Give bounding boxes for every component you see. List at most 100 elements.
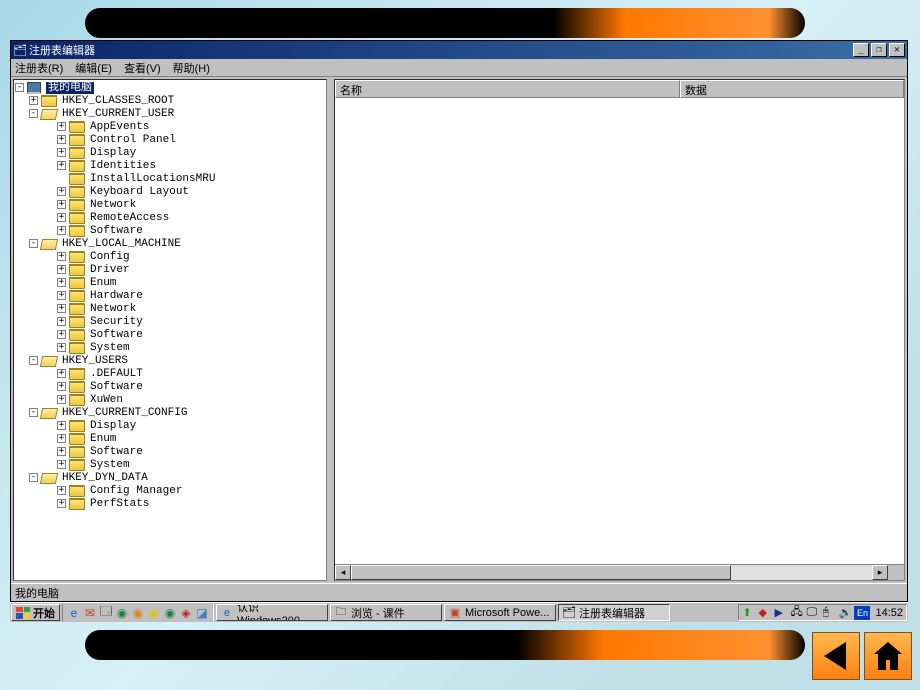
tree-label[interactable]: HKEY_LOCAL_MACHINE bbox=[60, 238, 183, 250]
scroll-left-icon[interactable]: ◂ bbox=[335, 565, 351, 580]
tree-label[interactable]: Software bbox=[88, 329, 145, 341]
tree-item[interactable]: + Display bbox=[57, 419, 325, 432]
expand-icon[interactable]: + bbox=[29, 96, 38, 105]
tree-item[interactable]: InstallLocationsMRU bbox=[57, 172, 325, 185]
tree-label[interactable]: HKEY_CURRENT_USER bbox=[60, 108, 176, 120]
tree-label[interactable]: InstallLocationsMRU bbox=[88, 173, 217, 185]
tree-label[interactable]: Config bbox=[88, 251, 132, 263]
tree-label[interactable]: HKEY_DYN_DATA bbox=[60, 472, 150, 484]
collapse-icon[interactable]: - bbox=[29, 356, 38, 365]
tree-item[interactable]: +Config bbox=[57, 250, 325, 263]
tree-label[interactable]: Display bbox=[88, 420, 138, 432]
tree-label[interactable]: Config Manager bbox=[88, 485, 184, 497]
tree-item[interactable]: +Keyboard Layout bbox=[57, 185, 325, 198]
volume-icon[interactable]: 🔊 bbox=[838, 606, 852, 619]
language-indicator[interactable]: En bbox=[854, 606, 870, 620]
tree-item[interactable]: + Software bbox=[57, 445, 325, 458]
tree-hku[interactable]: - HKEY_USERS bbox=[29, 354, 325, 367]
quicklaunch-icon[interactable]: ◉ bbox=[130, 605, 146, 621]
tree-item[interactable]: + Enum bbox=[57, 276, 325, 289]
tree-label[interactable]: Software bbox=[88, 225, 145, 237]
tray-icon[interactable]: 🖵 bbox=[806, 606, 820, 619]
ie-icon[interactable]: e bbox=[66, 605, 82, 621]
tree-label[interactable]: Software bbox=[88, 381, 145, 393]
collapse-icon[interactable]: - bbox=[15, 83, 24, 92]
tray-icon[interactable]: 🖰 bbox=[822, 606, 836, 619]
taskbar-item-active[interactable]: 🗂注册表编辑器 bbox=[558, 604, 670, 621]
expand-icon[interactable]: + bbox=[57, 382, 66, 391]
tree-label[interactable]: System bbox=[88, 342, 132, 354]
taskbar-item[interactable]: e认识Windows200... bbox=[216, 604, 328, 621]
tree-label-root[interactable]: 我的电脑 bbox=[46, 82, 94, 94]
quicklaunch-icon[interactable]: ◉ bbox=[162, 605, 178, 621]
tray-icon[interactable]: ◆ bbox=[758, 606, 772, 619]
expand-icon[interactable]: + bbox=[57, 148, 66, 157]
expand-icon[interactable]: + bbox=[57, 447, 66, 456]
expand-icon[interactable]: + bbox=[57, 278, 66, 287]
tree-hkdd[interactable]: - HKEY_DYN_DATA bbox=[29, 471, 325, 484]
collapse-icon[interactable]: - bbox=[29, 109, 38, 118]
expand-icon[interactable]: + bbox=[57, 486, 66, 495]
quicklaunch-icon[interactable]: ◉ bbox=[146, 605, 162, 621]
tree-label[interactable]: Hardware bbox=[88, 290, 145, 302]
expand-icon[interactable]: + bbox=[57, 226, 66, 235]
expand-icon[interactable]: + bbox=[57, 304, 66, 313]
tree-item[interactable]: + XuWen bbox=[57, 393, 325, 406]
slide-back-button[interactable] bbox=[812, 632, 860, 680]
expand-icon[interactable]: + bbox=[57, 330, 66, 339]
tree-item[interactable]: +AppEvents bbox=[57, 120, 325, 133]
tree-label[interactable]: Driver bbox=[88, 264, 132, 276]
scroll-track[interactable] bbox=[351, 565, 872, 580]
tree-item[interactable]: + Software bbox=[57, 328, 325, 341]
tree-label[interactable]: HKEY_USERS bbox=[60, 355, 130, 367]
tree-label[interactable]: Enum bbox=[88, 433, 118, 445]
expand-icon[interactable]: + bbox=[57, 460, 66, 469]
expand-icon[interactable]: + bbox=[57, 200, 66, 209]
tree-item[interactable]: +PerfStats bbox=[57, 497, 325, 510]
menu-registry[interactable]: 注册表(R) bbox=[15, 60, 63, 76]
collapse-icon[interactable]: - bbox=[29, 473, 38, 482]
expand-icon[interactable]: + bbox=[57, 343, 66, 352]
tree-item[interactable]: +Security bbox=[57, 315, 325, 328]
quicklaunch-icon[interactable]: ◪ bbox=[194, 605, 210, 621]
tree-label[interactable]: Enum bbox=[88, 277, 118, 289]
scroll-right-icon[interactable]: ▸ bbox=[872, 565, 888, 580]
expand-icon[interactable]: + bbox=[57, 213, 66, 222]
quicklaunch-icon[interactable]: ◈ bbox=[178, 605, 194, 621]
tree-item[interactable]: + Identities bbox=[57, 159, 325, 172]
tree-label[interactable]: Software bbox=[88, 446, 145, 458]
tree-label[interactable]: Network bbox=[88, 199, 138, 211]
expand-icon[interactable]: + bbox=[57, 434, 66, 443]
tree-label[interactable]: Identities bbox=[88, 160, 158, 172]
tree-label[interactable]: XuWen bbox=[88, 394, 125, 406]
tree-item[interactable]: + Hardware bbox=[57, 289, 325, 302]
collapse-icon[interactable]: - bbox=[29, 239, 38, 248]
tree-item[interactable]: + Software bbox=[57, 380, 325, 393]
expand-icon[interactable]: + bbox=[57, 421, 66, 430]
menu-edit[interactable]: 编辑(E) bbox=[75, 60, 112, 76]
collapse-icon[interactable]: - bbox=[29, 408, 38, 417]
tray-icon[interactable]: ▶ bbox=[774, 606, 788, 619]
expand-icon[interactable]: + bbox=[57, 161, 66, 170]
tree-item[interactable]: +Driver bbox=[57, 263, 325, 276]
expand-icon[interactable]: + bbox=[57, 135, 66, 144]
tree-hkcr[interactable]: + HKEY_CLASSES_ROOT bbox=[29, 94, 325, 107]
expand-icon[interactable]: + bbox=[57, 395, 66, 404]
tree-label[interactable]: RemoteAccess bbox=[88, 212, 171, 224]
tree-label[interactable]: HKEY_CLASSES_ROOT bbox=[60, 95, 176, 107]
close-button[interactable]: ✕ bbox=[889, 43, 905, 57]
horizontal-scrollbar[interactable]: ◂ ▸ bbox=[335, 564, 904, 580]
tree-item[interactable]: + RemoteAccess bbox=[57, 211, 325, 224]
tree-hklm[interactable]: - HKEY_LOCAL_MACHINE bbox=[29, 237, 325, 250]
scroll-thumb[interactable] bbox=[351, 565, 731, 580]
list-body[interactable] bbox=[335, 98, 904, 564]
tree-label[interactable]: Display bbox=[88, 147, 138, 159]
expand-icon[interactable]: + bbox=[57, 122, 66, 131]
tree-item[interactable]: +Control Panel bbox=[57, 133, 325, 146]
slide-home-button[interactable] bbox=[864, 632, 912, 680]
expand-icon[interactable]: + bbox=[57, 291, 66, 300]
tree-hkcu[interactable]: - HKEY_CURRENT_USER bbox=[29, 107, 325, 120]
tree-item[interactable]: +Network bbox=[57, 302, 325, 315]
taskbar-item[interactable]: 🗀浏览 - 课件 bbox=[330, 604, 442, 621]
maximize-button[interactable]: ❐ bbox=[871, 43, 887, 57]
